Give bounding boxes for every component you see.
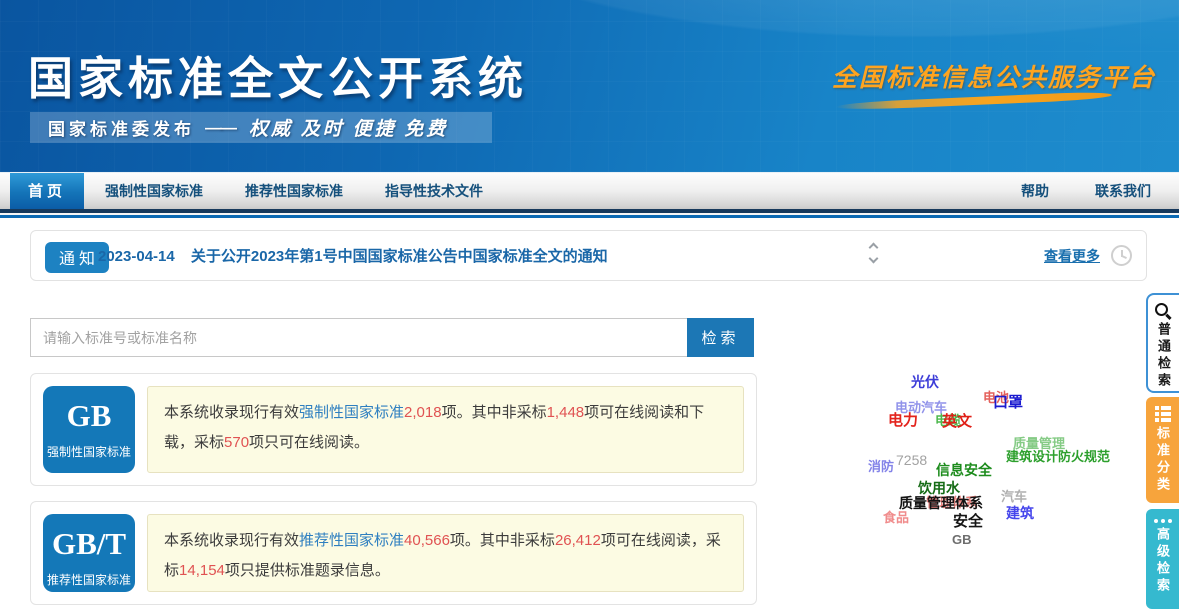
- card-text-text: 本系统收录现行有效: [164, 532, 299, 549]
- gb-name-label: 强制性国家标准: [43, 443, 135, 460]
- wordcloud-word[interactable]: 安全: [953, 514, 983, 531]
- wordcloud-word[interactable]: 口罩: [993, 395, 1023, 412]
- nav-divider-blue: [0, 215, 1179, 218]
- page: 国家标准全文公开系统 国家标准委发布 —— 权威 及时 便捷 免费 全国标准信息…: [0, 0, 1179, 609]
- wordcloud-word[interactable]: 消防: [868, 460, 894, 474]
- search-button[interactable]: 检索: [687, 318, 754, 357]
- card-text-num: 1,448: [547, 404, 585, 421]
- wordcloud-word[interactable]: 建筑: [1006, 506, 1034, 521]
- wordcloud-word[interactable]: 食品: [883, 511, 909, 525]
- notice-date: 2023-04-14: [98, 248, 175, 265]
- wordcloud-word[interactable]: 信息安全: [936, 463, 992, 478]
- card-text-num: 570: [224, 434, 249, 451]
- wordcloud-word[interactable]: GB: [952, 533, 972, 547]
- header-banner: 国家标准全文公开系统 国家标准委发布 —— 权威 及时 便捷 免费 全国标准信息…: [0, 0, 1179, 172]
- nav-right-links: 帮助 联系我们: [1021, 173, 1151, 210]
- platform-slogan: 全国标准信息公共服务平台: [832, 58, 1156, 94]
- gbt-name-label: 推荐性国家标准: [43, 571, 135, 588]
- gbt-card: GB/T 推荐性国家标准 本系统收录现行有效推荐性国家标准40,566项。其中非…: [30, 501, 757, 605]
- nav-item-contact[interactable]: 联系我们: [1095, 173, 1151, 210]
- publisher-label: 国家标准委发布: [48, 115, 195, 140]
- card-text-text: 本系统收录现行有效: [164, 404, 299, 421]
- notice-scroll-controls: [867, 244, 879, 262]
- side-button-label: 高级检索: [1153, 527, 1172, 595]
- card-text-num: 2,018: [404, 404, 442, 421]
- nav-tab-1[interactable]: 强制性国家标准: [84, 173, 224, 209]
- card-text-text: 项。其中非采标: [450, 532, 555, 549]
- header-sub-band: 国家标准委发布 —— 权威 及时 便捷 免费: [30, 112, 492, 143]
- clock-icon: [1111, 245, 1132, 266]
- gbt-description: 本系统收录现行有效推荐性国家标准40,566项。其中非采标26,412项可在线阅…: [147, 514, 744, 592]
- side-button-standard-category[interactable]: 标准分类: [1146, 397, 1179, 503]
- search-icon: [1155, 303, 1172, 320]
- dash-separator: ——: [205, 118, 235, 138]
- wordcloud-word[interactable]: 质量管理体系: [899, 496, 983, 511]
- nav-tab-3[interactable]: 指导性技术文件: [364, 173, 504, 209]
- card-text-text: 项只可在线阅读。: [249, 434, 369, 451]
- card-text-num: 14,154: [179, 562, 225, 579]
- wordcloud-word[interactable]: 汽车: [1001, 490, 1027, 504]
- side-button-advanced-search[interactable]: 高级检索: [1146, 509, 1179, 609]
- wordcloud-word[interactable]: 建筑设计防火规范: [1006, 450, 1110, 464]
- notice-link[interactable]: 2023-04-14 关于公开2023年第1号中国国家标准公告中国家标准全文的通…: [98, 245, 608, 266]
- main-nav: 首页强制性国家标准推荐性国家标准指导性技术文件 帮助 联系我们: [0, 172, 1179, 209]
- chevron-down-icon[interactable]: [868, 254, 878, 264]
- gbt-code-label: GB/T: [43, 526, 135, 562]
- wordcloud-word[interactable]: 7258: [896, 453, 927, 468]
- card-text-num: 26,412: [555, 532, 601, 549]
- gb-description: 本系统收录现行有效强制性国家标准2,018项。其中非采标1,448项可在线阅读和…: [147, 386, 744, 473]
- side-button-label: 标准分类: [1153, 426, 1172, 494]
- gb-tile-button[interactable]: GB 强制性国家标准: [43, 386, 135, 473]
- list-icon: [1155, 406, 1171, 422]
- dots-icon: [1146, 519, 1179, 523]
- wordcloud-word[interactable]: 英文: [942, 414, 972, 431]
- notice-bar: 通知 2023-04-14 关于公开2023年第1号中国国家标准公告中国家标准全…: [30, 230, 1147, 281]
- wordcloud-word[interactable]: 光伏: [911, 375, 939, 390]
- side-button-basic-search[interactable]: 普通检索: [1146, 293, 1179, 393]
- card-text-link[interactable]: 强制性国家标准: [299, 404, 404, 421]
- site-title: 国家标准全文公开系统: [28, 42, 528, 107]
- notice-title: 关于公开2023年第1号中国国家标准公告中国家标准全文的通知: [191, 248, 608, 265]
- wordcloud-word[interactable]: 电力: [888, 413, 918, 430]
- side-button-label: 普通检索: [1154, 322, 1173, 390]
- word-cloud: 光伏电池口罩电动汽车电力电缆英文质量管理建筑设计防火规范7258消防信息安全饮用…: [850, 370, 1140, 560]
- card-text-text: 项只提供标准题录信息。: [225, 562, 390, 579]
- gbt-tile-button[interactable]: GB/T 推荐性国家标准: [43, 514, 135, 592]
- nav-tabs: 首页强制性国家标准推荐性国家标准指导性技术文件: [0, 173, 504, 209]
- search-input[interactable]: [30, 318, 687, 357]
- nav-item-help[interactable]: 帮助: [1021, 173, 1049, 210]
- header-slogan: 权威 及时 便捷 免费: [249, 114, 448, 141]
- card-text-num: 40,566: [404, 532, 450, 549]
- card-text-link[interactable]: 推荐性国家标准: [299, 532, 404, 549]
- nav-tab-2[interactable]: 推荐性国家标准: [224, 173, 364, 209]
- view-more-link[interactable]: 查看更多: [1044, 246, 1100, 266]
- nav-tab-0[interactable]: 首页: [10, 173, 84, 209]
- card-text-text: 项。其中非采标: [442, 404, 547, 421]
- gb-code-label: GB: [43, 398, 135, 434]
- gb-card: GB 强制性国家标准 本系统收录现行有效强制性国家标准2,018项。其中非采标1…: [30, 373, 757, 486]
- chevron-up-icon[interactable]: [868, 243, 878, 253]
